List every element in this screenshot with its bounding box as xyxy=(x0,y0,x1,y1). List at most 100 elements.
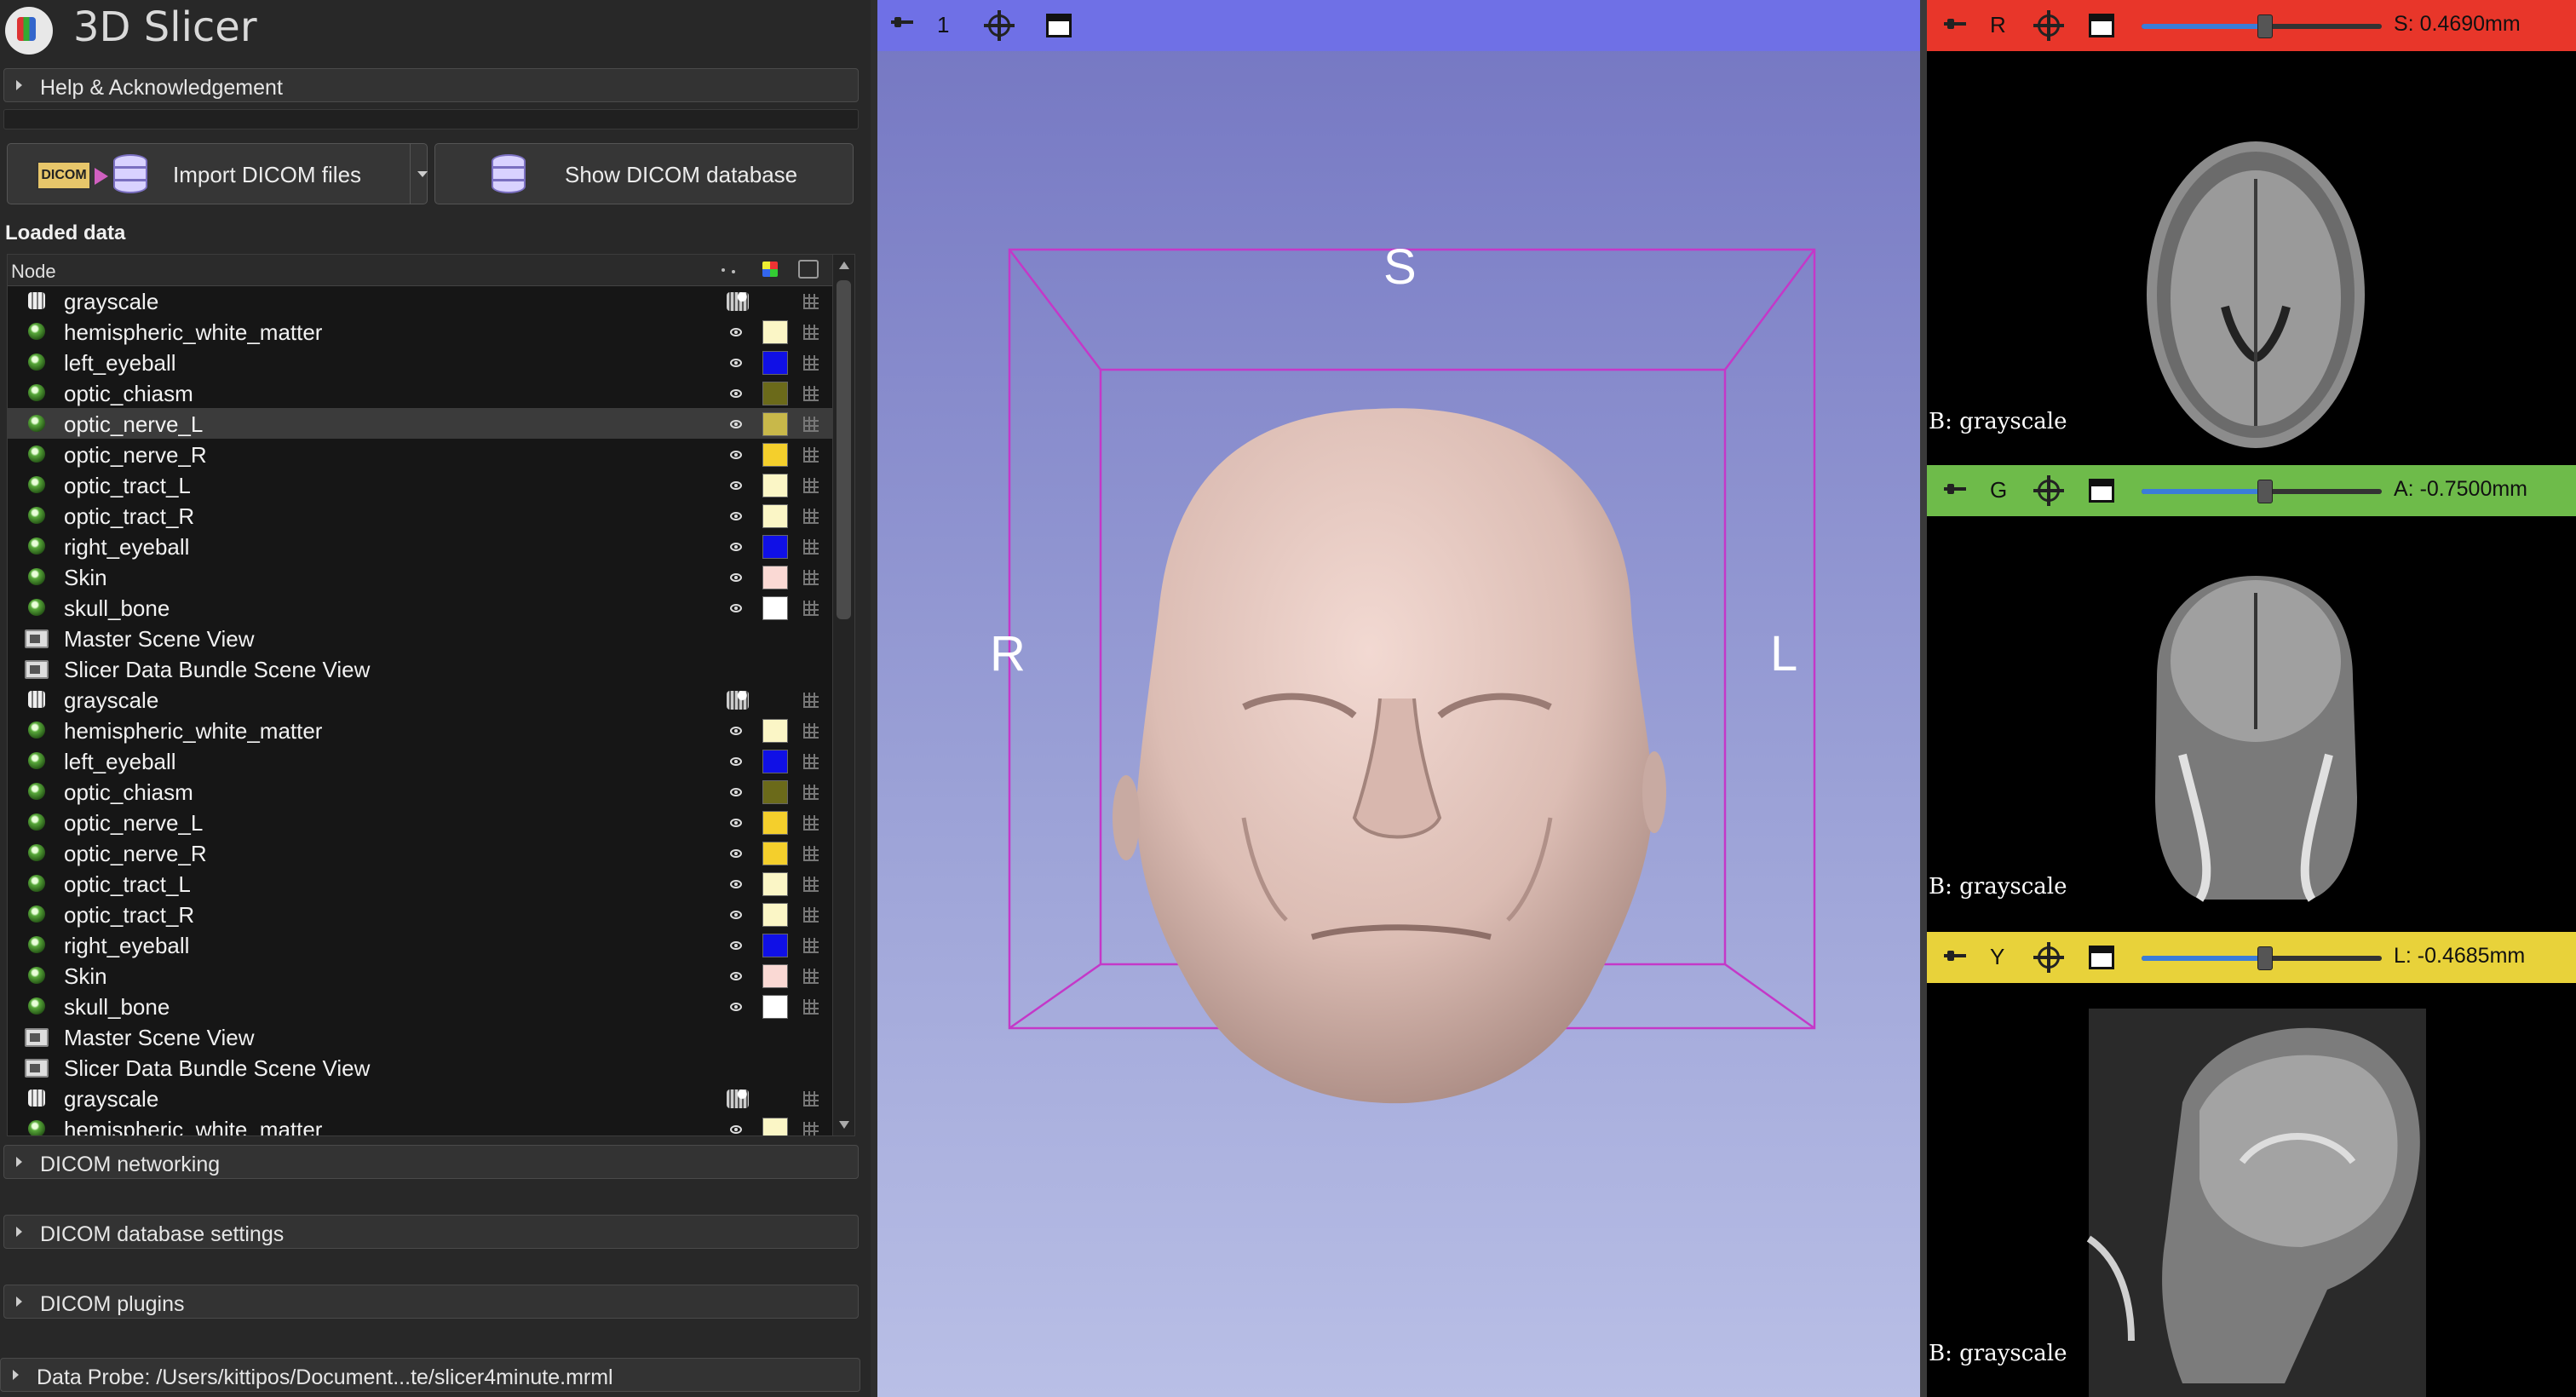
scroll-thumb[interactable] xyxy=(837,280,851,619)
pin-icon[interactable] xyxy=(1944,19,1966,31)
import-options-dropdown[interactable] xyxy=(410,144,434,204)
edit-properties-icon[interactable] xyxy=(803,723,819,739)
edit-properties-icon[interactable] xyxy=(803,386,819,401)
edit-properties-icon[interactable] xyxy=(803,999,819,1015)
scroll-up-icon[interactable] xyxy=(839,262,849,269)
color-swatch[interactable] xyxy=(762,872,788,896)
dicom-database-settings-section[interactable]: DICOM database settings xyxy=(3,1215,859,1249)
edit-properties-icon[interactable] xyxy=(803,601,819,616)
3d-view[interactable]: 1 S R L xyxy=(877,0,1920,1397)
color-swatch[interactable] xyxy=(762,903,788,927)
color-swatch[interactable] xyxy=(762,780,788,804)
visibility-eye-icon[interactable] xyxy=(730,420,742,428)
tree-row[interactable]: optic_tract_R xyxy=(8,899,832,929)
slider-handle[interactable] xyxy=(2257,480,2273,503)
visibility-eye-icon[interactable] xyxy=(730,543,742,551)
edit-properties-icon[interactable] xyxy=(803,907,819,923)
volume-visibility-icon[interactable] xyxy=(727,691,749,710)
tree-row[interactable]: optic_tract_L xyxy=(8,469,832,500)
slider-handle[interactable] xyxy=(2257,14,2273,38)
visibility-eye-icon[interactable] xyxy=(730,880,742,888)
slice-offset-slider[interactable] xyxy=(2142,946,2382,970)
tree-row[interactable]: left_eyeball xyxy=(8,347,832,377)
tree-scrollbar[interactable] xyxy=(832,255,854,1135)
visibility-eye-icon[interactable] xyxy=(730,911,742,919)
color-swatch[interactable] xyxy=(762,474,788,497)
visibility-eye-icon[interactable] xyxy=(730,819,742,827)
dicom-networking-section[interactable]: DICOM networking xyxy=(3,1145,859,1179)
edit-properties-icon[interactable] xyxy=(803,294,819,309)
tree-row[interactable]: skull_bone xyxy=(8,592,832,623)
slice-offset-slider[interactable] xyxy=(2142,480,2382,503)
edit-properties-icon[interactable] xyxy=(803,570,819,585)
tree-row[interactable]: Master Scene View xyxy=(8,1021,832,1052)
tree-row[interactable]: hemispheric_white_matter xyxy=(8,316,832,347)
tree-row[interactable]: right_eyeball xyxy=(8,531,832,561)
color-swatch[interactable] xyxy=(762,1118,788,1135)
visibility-eye-icon[interactable] xyxy=(730,481,742,490)
view-splitter[interactable] xyxy=(1920,0,1927,1397)
tree-row[interactable]: optic_tract_R xyxy=(8,500,832,531)
color-swatch[interactable] xyxy=(762,995,788,1019)
color-swatch[interactable] xyxy=(762,443,788,467)
edit-properties-icon[interactable] xyxy=(803,417,819,432)
color-swatch[interactable] xyxy=(762,719,788,743)
edit-properties-icon[interactable] xyxy=(803,1122,819,1135)
color-swatch[interactable] xyxy=(762,596,788,620)
edit-properties-icon[interactable] xyxy=(803,478,819,493)
color-column-icon[interactable] xyxy=(762,262,778,277)
color-swatch[interactable] xyxy=(762,535,788,559)
red-slice-view[interactable]: R S: 0.4690mm B: grayscale xyxy=(1927,0,2576,465)
tree-row[interactable]: Slicer Data Bundle Scene View xyxy=(8,1052,832,1083)
tree-row[interactable]: optic_chiasm xyxy=(8,776,832,807)
visibility-eye-icon[interactable] xyxy=(730,451,742,459)
tree-row[interactable]: optic_chiasm xyxy=(8,377,832,408)
tree-row[interactable]: optic_tract_L xyxy=(8,868,832,899)
tree-row[interactable]: grayscale xyxy=(8,285,832,316)
tree-row[interactable]: grayscale xyxy=(8,684,832,715)
scroll-down-icon[interactable] xyxy=(839,1121,849,1129)
edit-properties-icon[interactable] xyxy=(803,969,819,984)
edit-properties-icon[interactable] xyxy=(803,754,819,769)
color-swatch[interactable] xyxy=(762,382,788,405)
volume-visibility-icon[interactable] xyxy=(727,1089,749,1108)
visibility-eye-icon[interactable] xyxy=(730,941,742,950)
visibility-eye-icon[interactable] xyxy=(730,328,742,336)
tree-row[interactable]: left_eyeball xyxy=(8,745,832,776)
tree-header-node[interactable]: Node xyxy=(11,261,56,283)
edit-properties-icon[interactable] xyxy=(803,693,819,708)
color-swatch[interactable] xyxy=(762,566,788,589)
import-dicom-button[interactable]: DICOM Import DICOM files xyxy=(7,143,428,204)
visibility-eye-icon[interactable] xyxy=(730,788,742,796)
visibility-eye-icon[interactable] xyxy=(730,972,742,980)
yellow-slice-view[interactable]: Y L: -0.4685mm B: grayscale xyxy=(1927,932,2576,1397)
pin-icon[interactable] xyxy=(1944,951,1966,963)
tree-row[interactable]: Skin xyxy=(8,561,832,592)
data-probe-section[interactable]: Data Probe: /Users/kittipos/Document...t… xyxy=(0,1358,860,1392)
edit-properties-icon[interactable] xyxy=(803,877,819,892)
edit-properties-icon[interactable] xyxy=(803,815,819,831)
color-swatch[interactable] xyxy=(762,412,788,436)
visibility-eye-icon[interactable] xyxy=(730,1125,742,1134)
color-swatch[interactable] xyxy=(762,964,788,988)
show-dicom-database-button[interactable]: Show DICOM database xyxy=(434,143,854,204)
dicom-plugins-section[interactable]: DICOM plugins xyxy=(3,1285,859,1319)
panel-splitter[interactable] xyxy=(871,0,877,1397)
visibility-eye-icon[interactable] xyxy=(730,604,742,612)
edit-properties-icon[interactable] xyxy=(803,938,819,953)
tree-row[interactable]: hemispheric_white_matter xyxy=(8,715,832,745)
edit-properties-icon[interactable] xyxy=(803,447,819,463)
tree-row[interactable]: hemispheric_white_matter xyxy=(8,1113,832,1135)
edit-properties-icon[interactable] xyxy=(803,539,819,555)
tree-row[interactable]: optic_nerve_L xyxy=(8,408,832,439)
visibility-eye-icon[interactable] xyxy=(730,849,742,858)
loaded-data-tree[interactable]: Node grayscale hemispheric_white_matter le… xyxy=(7,254,855,1136)
edit-properties-icon[interactable] xyxy=(803,1091,819,1107)
tree-row[interactable]: optic_nerve_R xyxy=(8,439,832,469)
visibility-eye-icon[interactable] xyxy=(730,757,742,766)
tree-row[interactable]: optic_nerve_L xyxy=(8,807,832,837)
link-icon[interactable] xyxy=(2033,942,2064,973)
tree-row[interactable]: right_eyeball xyxy=(8,929,832,960)
visibility-eye-icon[interactable] xyxy=(730,727,742,735)
tree-row[interactable]: Slicer Data Bundle Scene View xyxy=(8,653,832,684)
